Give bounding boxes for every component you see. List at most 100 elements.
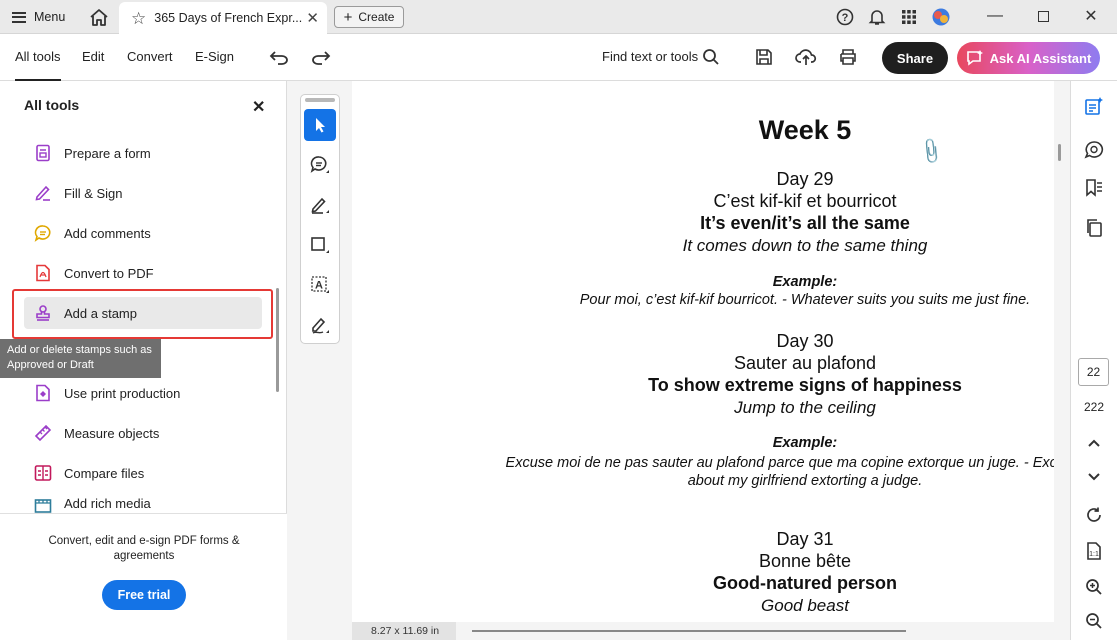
- tool-label: Fill & Sign: [64, 185, 123, 201]
- french-expression: Bonne bête: [758, 551, 852, 571]
- zoom-in-button[interactable]: [1083, 576, 1105, 598]
- chevron-down-icon: [1088, 473, 1100, 481]
- comments-panel-button[interactable]: [1083, 139, 1105, 161]
- upload-button[interactable]: [795, 46, 817, 68]
- draw-tool-button[interactable]: [304, 189, 336, 221]
- ask-ai-assistant-button[interactable]: Ask AI Assistant: [957, 42, 1100, 74]
- text-tool-button[interactable]: A: [304, 269, 336, 301]
- help-button[interactable]: ?: [836, 8, 854, 26]
- select-tool-button[interactable]: [304, 109, 336, 141]
- chevron-up-icon: [1088, 439, 1100, 447]
- close-tab-icon[interactable]: ✕: [306, 9, 319, 27]
- french-expression: C’est kif-kif et bourricot: [713, 191, 897, 211]
- comment-icon: [34, 224, 52, 242]
- shape-tool-button[interactable]: [304, 229, 336, 261]
- week-heading: Week 5: [758, 115, 852, 145]
- zoom-out-icon: [1086, 613, 1102, 629]
- print-button[interactable]: [837, 46, 859, 68]
- status-bar: 8.27 x 11.69 in: [352, 622, 1054, 640]
- notifications-button[interactable]: [868, 8, 886, 26]
- apps-button[interactable]: [900, 8, 918, 26]
- refresh-icon: [1087, 507, 1101, 522]
- document-vertical-scrollbar[interactable]: [1058, 144, 1061, 161]
- tool-fill-sign[interactable]: Fill & Sign: [24, 177, 262, 209]
- tab-e-sign[interactable]: E-Sign: [195, 34, 234, 81]
- close-icon: ✕: [1084, 8, 1098, 25]
- next-page-button[interactable]: [1083, 466, 1105, 488]
- find-label: Find text or tools: [602, 49, 699, 64]
- search-button[interactable]: [700, 46, 722, 68]
- plus-icon: +: [343, 8, 353, 26]
- bookmarks-button[interactable]: [1083, 177, 1105, 199]
- form-icon: [34, 144, 52, 162]
- tool-measure-objects[interactable]: Measure objects: [24, 417, 262, 449]
- example-label: Example:: [772, 435, 838, 451]
- print-production-icon: [34, 384, 52, 402]
- avatar[interactable]: [932, 8, 950, 26]
- share-button[interactable]: Share: [882, 42, 948, 74]
- ai-label: Ask AI Assistant: [989, 50, 1092, 66]
- close-panel-icon[interactable]: ✕: [252, 97, 265, 117]
- help-icon: ?: [836, 8, 854, 26]
- tool-add-comments[interactable]: Add comments: [24, 217, 262, 249]
- page-size-label: 8.27 x 11.69 in: [352, 622, 456, 640]
- close-window-button[interactable]: ✕: [1081, 6, 1101, 26]
- ruler-icon: [34, 424, 52, 442]
- sign-tool-button[interactable]: [304, 309, 336, 341]
- apps-grid-icon: [902, 10, 916, 24]
- tool-label: Add rich media: [64, 497, 151, 511]
- page-display-button[interactable]: 1:1: [1083, 540, 1105, 562]
- quick-tools-bar: A: [300, 94, 340, 344]
- tab-all-tools[interactable]: All tools: [15, 34, 61, 81]
- tool-prepare-form[interactable]: Prepare a form: [24, 137, 262, 169]
- cloud-upload-icon: [795, 49, 817, 65]
- ai-summary-button[interactable]: [1083, 95, 1105, 117]
- hamburger-icon: [12, 11, 26, 23]
- find-text-button[interactable]: Find text or tools: [602, 49, 698, 64]
- english-meaning: It’s even/it’s all the same: [700, 213, 910, 233]
- undo-icon[interactable]: [269, 48, 289, 66]
- document-tab[interactable]: ☆ 365 Days of French Expr... ✕: [119, 2, 327, 34]
- comment-circle-icon: [1084, 141, 1104, 159]
- rotate-button[interactable]: [1083, 504, 1105, 526]
- svg-text:A: A: [315, 280, 323, 292]
- zoom-out-button[interactable]: [1083, 610, 1105, 632]
- tab-convert[interactable]: Convert: [127, 34, 173, 81]
- menu-button[interactable]: Menu: [12, 8, 65, 26]
- star-icon[interactable]: ☆: [131, 10, 146, 27]
- tool-compare-files[interactable]: Compare files: [24, 457, 262, 489]
- current-page-input[interactable]: 22: [1078, 358, 1109, 386]
- rectangle-icon: [311, 237, 329, 253]
- home-button[interactable]: [88, 6, 110, 28]
- panel-scrollbar[interactable]: [276, 288, 279, 392]
- tool-label: Use print production: [64, 385, 181, 401]
- horizontal-scrollbar[interactable]: [472, 630, 906, 632]
- page-thumbnails-button[interactable]: [1083, 217, 1105, 239]
- tool-print-production[interactable]: Use print production: [24, 377, 262, 409]
- create-button[interactable]: + Create: [334, 6, 404, 28]
- create-label: Create: [358, 10, 395, 24]
- tool-label: Prepare a form: [64, 145, 151, 161]
- maximize-button[interactable]: [1033, 6, 1053, 26]
- tab-edit[interactable]: Edit: [82, 34, 104, 81]
- home-icon: [90, 8, 108, 26]
- zoom-in-icon: [1086, 579, 1102, 595]
- minimize-button[interactable]: —: [985, 6, 1005, 26]
- free-trial-button[interactable]: Free trial: [102, 580, 186, 610]
- tool-convert-to-pdf[interactable]: Convert to PDF: [24, 257, 262, 289]
- search-icon: [703, 49, 719, 65]
- cursor-icon: [316, 118, 325, 133]
- drag-handle[interactable]: [305, 98, 335, 102]
- stamp-highlight-box: [12, 289, 273, 339]
- comment-tool-button[interactable]: [304, 149, 336, 181]
- panel-title: All tools: [24, 97, 80, 113]
- tool-label: Compare files: [64, 465, 145, 481]
- copy-pages-icon: [1087, 219, 1102, 237]
- redo-icon[interactable]: [311, 48, 331, 66]
- save-button[interactable]: [753, 46, 775, 68]
- previous-page-button[interactable]: [1083, 432, 1105, 454]
- example-sentence: Pour moi, c’est kif-kif bourricot. - Wha…: [579, 292, 1031, 308]
- literal-translation: It comes down to the same thing: [682, 236, 928, 255]
- media-icon: [34, 497, 52, 513]
- tool-add-rich-media[interactable]: Add rich media: [24, 497, 262, 513]
